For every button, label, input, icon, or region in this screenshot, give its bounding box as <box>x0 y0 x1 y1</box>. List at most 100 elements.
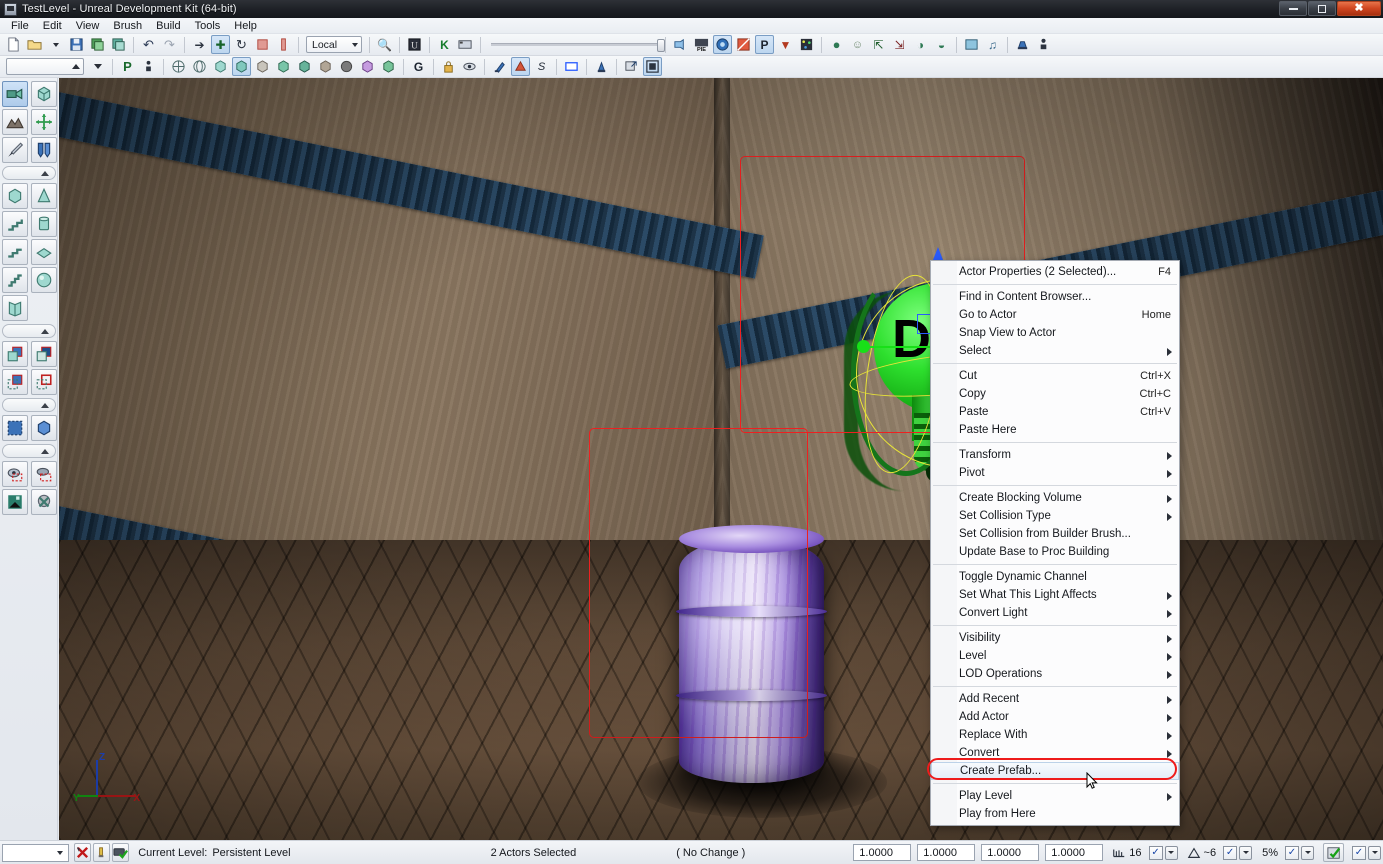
nonuniform-scale-tool-icon[interactable] <box>274 35 293 54</box>
cube-brush-icon[interactable] <box>1 183 28 209</box>
context-menu-item[interactable]: Set What This Light Affects <box>931 586 1179 604</box>
view-detail-lighting-icon[interactable] <box>274 57 293 76</box>
invert-selection-icon[interactable] <box>1 489 28 515</box>
context-menu-item[interactable]: Paste Here <box>931 421 1179 439</box>
context-menu-item[interactable]: Play Level <box>931 787 1179 805</box>
context-menu-item[interactable]: Add Actor <box>931 708 1179 726</box>
prev-bookmark-icon[interactable]: ⇱ <box>869 35 888 54</box>
context-menu-item[interactable]: Paste Ctrl+V <box>931 403 1179 421</box>
menu-file[interactable]: File <box>4 19 36 33</box>
scale-grid-toggle[interactable]: ✓ <box>1285 845 1299 860</box>
hide-selected-icon[interactable] <box>30 461 57 487</box>
menu-build[interactable]: Build <box>149 19 187 33</box>
open-level-editor-icon[interactable] <box>962 35 981 54</box>
open-recent-dropdown-icon[interactable] <box>46 35 65 54</box>
detach-viewport-icon[interactable] <box>622 57 641 76</box>
drag-grid-value[interactable]: 1.0000 <box>853 844 912 861</box>
paint-tool-icon[interactable] <box>490 57 509 76</box>
snap-scale-value[interactable]: 1.0000 <box>1045 844 1104 861</box>
context-menu-item[interactable]: Cut Ctrl+X <box>931 367 1179 385</box>
play-in-editor-pie-icon[interactable]: PIE <box>692 35 711 54</box>
context-menu-item[interactable]: Pivot <box>931 464 1179 482</box>
build-lighting-icon[interactable]: ▼ <box>776 35 795 54</box>
scale-grid-value[interactable]: 1.0000 <box>981 844 1040 861</box>
level-dropdown-icon[interactable] <box>88 57 107 76</box>
light-spot-icon[interactable]: ◑ <box>911 35 930 54</box>
context-menu-item[interactable]: Actor Properties (2 Selected)... F4 <box>931 263 1179 281</box>
show-all-icon[interactable] <box>30 489 57 515</box>
streaming-icon[interactable]: S <box>532 57 551 76</box>
context-menu-item[interactable]: Create Blocking Volume <box>931 489 1179 507</box>
menu-edit[interactable]: Edit <box>36 19 69 33</box>
modify-mode-icon[interactable] <box>30 109 57 135</box>
coordinate-system-combo[interactable]: Local <box>306 36 362 53</box>
level-status-combo[interactable] <box>2 843 70 862</box>
menu-help[interactable]: Help <box>227 19 264 33</box>
context-menu-item[interactable]: Copy Ctrl+C <box>931 385 1179 403</box>
collapse-brushes-group[interactable] <box>2 324 56 338</box>
level-viewport[interactable]: D/S Z X Y <box>59 78 1383 840</box>
maximize-viewport-icon[interactable] <box>562 57 581 76</box>
build-error-icon[interactable] <box>74 843 92 862</box>
play-on-mobile-icon[interactable] <box>713 35 732 54</box>
save-icon[interactable] <box>67 35 86 54</box>
close-button[interactable]: ✖ <box>1337 1 1381 16</box>
context-menu-item[interactable]: Add Recent <box>931 690 1179 708</box>
select-tool-icon[interactable]: ➔ <box>190 35 209 54</box>
add-special-brush-icon[interactable] <box>1 415 28 441</box>
context-menu-item[interactable]: Play from Here <box>931 805 1179 823</box>
minimize-button[interactable] <box>1279 1 1307 16</box>
scale-tool-icon[interactable] <box>253 35 272 54</box>
actor-context-menu[interactable]: Actor Properties (2 Selected)... F4 Find i… <box>927 260 1180 826</box>
menu-tools[interactable]: Tools <box>188 19 228 33</box>
slider-thumb[interactable] <box>657 39 665 52</box>
view-light-complexity-icon[interactable] <box>316 57 335 76</box>
play-in-editor-icon[interactable] <box>671 35 690 54</box>
view-lighting-only-icon[interactable] <box>295 57 314 76</box>
autosave-toggle[interactable] <box>1323 843 1344 862</box>
context-menu-item[interactable]: Find in Content Browser... <box>931 288 1179 306</box>
collapse-modes-group[interactable] <box>2 166 56 180</box>
context-menu-item[interactable]: Toggle Dynamic Channel <box>931 568 1179 586</box>
build-all-icon[interactable] <box>797 35 816 54</box>
menu-view[interactable]: View <box>69 19 107 33</box>
realtime-toggle[interactable]: ✓ <box>1352 845 1366 860</box>
show-selected-icon[interactable] <box>1 461 28 487</box>
mesh-paint-mode-icon[interactable] <box>30 137 57 163</box>
context-menu-item[interactable]: Update Base to Proc Building <box>931 543 1179 561</box>
context-menu-item[interactable]: Level <box>931 647 1179 665</box>
build-paths-mode-icon[interactable]: P <box>118 57 137 76</box>
context-menu-item[interactable]: Convert <box>931 744 1179 762</box>
brush-unlit-wireframe-icon[interactable] <box>190 57 209 76</box>
level-selector-combo[interactable] <box>6 58 84 75</box>
context-menu-item[interactable]: Create Prefab... <box>927 758 1179 780</box>
view-lit-alt-icon[interactable] <box>253 57 272 76</box>
context-menu-item[interactable]: Set Collision Type <box>931 507 1179 525</box>
sound-preview-icon[interactable]: ♫ <box>983 35 1002 54</box>
context-menu-item[interactable]: LOD Operations <box>931 665 1179 683</box>
post-process-icon[interactable] <box>511 57 530 76</box>
matinee-icon[interactable] <box>456 35 475 54</box>
player-start-icon[interactable] <box>1034 35 1053 54</box>
sheet-brush-icon[interactable] <box>30 239 57 265</box>
spiral-stairs-brush-icon[interactable] <box>1 267 28 293</box>
lighting-needs-rebuild-icon[interactable] <box>93 843 111 862</box>
context-menu-item[interactable]: Replace With <box>931 726 1179 744</box>
view-lit-icon[interactable] <box>232 57 251 76</box>
brush-unlit-icon[interactable] <box>211 57 230 76</box>
show-grid-icon[interactable]: G <box>409 57 428 76</box>
context-menu-item[interactable]: Select <box>931 342 1179 360</box>
terrain-mode-icon[interactable] <box>1 109 28 135</box>
brush-wireframe-icon[interactable] <box>169 57 188 76</box>
paths-ok-icon[interactable] <box>112 843 130 862</box>
camera-speed-icon[interactable] <box>592 57 611 76</box>
lighting-preview-icon[interactable]: ● <box>827 35 846 54</box>
csg-add-icon[interactable] <box>1 341 28 367</box>
cylinder-brush-icon[interactable] <box>30 211 57 237</box>
context-menu-item[interactable]: Snap View to Actor <box>931 324 1179 342</box>
csg-deintersect-icon[interactable] <box>30 369 57 395</box>
build-geometry-icon[interactable] <box>734 35 753 54</box>
csg-intersect-icon[interactable] <box>1 369 28 395</box>
content-browser-icon[interactable]: U <box>405 35 424 54</box>
save-as-icon[interactable] <box>109 35 128 54</box>
